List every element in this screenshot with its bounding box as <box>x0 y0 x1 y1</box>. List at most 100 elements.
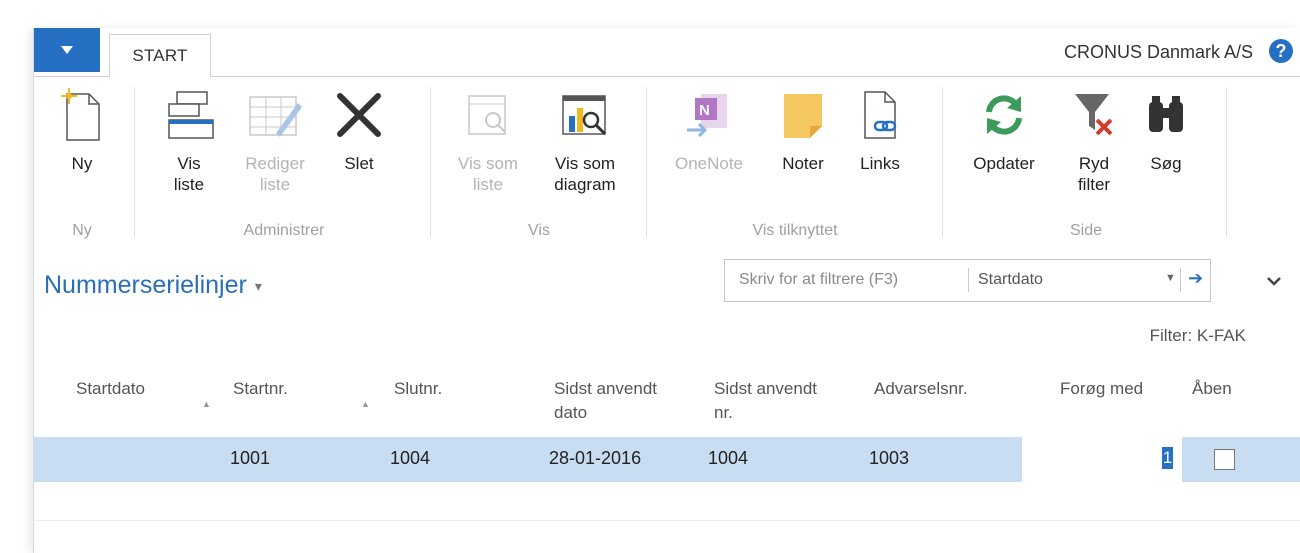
onenote-button[interactable]: N OneNote <box>662 85 756 174</box>
vis-liste-button[interactable]: Vis liste <box>159 85 219 195</box>
link-document-icon <box>848 85 912 145</box>
new-document-icon <box>56 85 108 145</box>
filter-indicator: Filter: K-FAK <box>1149 326 1246 345</box>
cell-forog-med-value[interactable]: 1 <box>1162 447 1173 469</box>
slet-button[interactable]: Slet <box>329 85 389 174</box>
page-title[interactable]: Nummerserielinjer ▾ <box>44 271 262 300</box>
filter-field-select[interactable]: Startdato <box>978 271 1043 289</box>
cell-slutnr[interactable]: 1004 <box>390 448 430 469</box>
clear-filter-icon <box>1064 85 1124 145</box>
column-header-startnr[interactable]: Startnr. <box>233 377 288 401</box>
ribbon-tab-bar: START CRONUS Danmark A/S ? <box>34 28 1300 77</box>
links-button[interactable]: Links <box>848 85 912 174</box>
rediger-liste-button[interactable]: Rediger liste <box>239 85 311 195</box>
column-header-sidst-anvendt-dato[interactable]: Sidst anvendt dato <box>554 377 657 425</box>
vis-som-liste-label-1: Vis som <box>457 154 519 173</box>
ny-label: Ny <box>71 154 93 173</box>
noter-button[interactable]: Noter <box>768 85 838 174</box>
column-header-forog-med[interactable]: Forøg med <box>1060 377 1143 401</box>
header-label: Startdato <box>76 379 145 398</box>
chevron-down-icon[interactable]: ▾ <box>255 278 262 294</box>
ryd-filter-button[interactable]: Ryd filter <box>1064 85 1124 195</box>
vis-som-liste-label-2: liste <box>472 175 504 194</box>
vis-som-diagram-label-2: diagram <box>554 175 616 194</box>
onenote-icon: N <box>662 85 756 145</box>
sort-ascending-icon: ▲ <box>361 399 370 409</box>
ribbon-group-vis: Vis som liste Vis som diagram Vis <box>434 77 644 242</box>
cell-forog-med-editor[interactable] <box>1022 437 1182 482</box>
group-label-side: Side <box>1069 222 1103 239</box>
cell-sidst-anvendt-dato[interactable]: 28-01-2016 <box>549 448 641 469</box>
group-label-administrer: Administrer <box>243 222 325 239</box>
vis-som-diagram-button[interactable]: Vis som diagram <box>539 85 631 195</box>
column-header-aaben[interactable]: Åben <box>1192 377 1232 401</box>
aaben-checkbox[interactable] <box>1214 449 1235 470</box>
ribbon-separator <box>134 87 135 237</box>
header-label: dato <box>554 403 588 422</box>
rediger-liste-label-2: liste <box>259 175 291 194</box>
refresh-icon <box>956 85 1052 145</box>
binoculars-icon <box>1136 85 1196 145</box>
arrow-right-icon[interactable]: ➔ <box>1188 268 1203 289</box>
note-icon <box>768 85 838 145</box>
column-header-slutnr[interactable]: Slutnr. <box>394 377 442 401</box>
ryd-filter-label-2: filter <box>1077 175 1111 194</box>
header-label: Sidst anvendt <box>554 379 658 398</box>
sog-button[interactable]: Søg <box>1136 85 1196 174</box>
sort-ascending-icon: ▲ <box>202 399 211 409</box>
filter-search-input[interactable]: Skriv for at filtrere (F3) <box>739 271 898 289</box>
vis-liste-label-2: liste <box>173 175 205 194</box>
noter-label: Noter <box>782 154 824 173</box>
tab-start[interactable]: START <box>109 34 211 77</box>
cell-startnr[interactable]: 1001 <box>230 448 270 469</box>
opdater-label: Opdater <box>973 154 1035 173</box>
group-label-vis-tilknyttet: Vis tilknyttet <box>752 222 838 239</box>
application-menu-button[interactable] <box>34 28 100 72</box>
list-view-icon <box>449 85 527 145</box>
vis-som-liste-button[interactable]: Vis som liste <box>449 85 527 195</box>
svg-text:N: N <box>699 102 710 119</box>
header-label: Advarselsnr. <box>874 379 968 398</box>
row-divider <box>34 520 1300 521</box>
company-name[interactable]: CRONUS Danmark A/S <box>1064 42 1253 63</box>
vis-som-diagram-label-1: Vis som <box>554 154 616 173</box>
chart-view-icon <box>539 85 631 145</box>
delete-x-icon <box>329 85 389 145</box>
cell-advarselsnr[interactable]: 1003 <box>869 448 909 469</box>
sog-label: Søg <box>1150 154 1182 173</box>
onenote-label: OneNote <box>674 154 744 173</box>
rediger-liste-label-1: Rediger <box>245 154 305 173</box>
ribbon-separator <box>646 87 647 237</box>
page-frame: START CRONUS Danmark A/S ? Ny Ny Vis lis… <box>33 28 1300 553</box>
edit-list-icon <box>239 85 311 145</box>
links-label: Links <box>860 154 900 173</box>
ribbon-group-administrer: Vis liste Rediger liste Slet Administrer <box>139 77 429 242</box>
help-icon[interactable]: ? <box>1269 39 1293 63</box>
group-label-vis: Vis <box>528 222 550 239</box>
slet-label: Slet <box>344 154 374 173</box>
header-label: Forøg med <box>1060 379 1144 398</box>
vis-liste-label-1: Vis <box>177 154 201 173</box>
cell-sidst-anvendt-nr[interactable]: 1004 <box>708 448 748 469</box>
filter-box: Skriv for at filtrere (F3) Startdato ▼ ➔ <box>724 259 1211 302</box>
ribbon-group-ny: Ny Ny <box>34 77 130 242</box>
dropdown-arrow-icon[interactable]: ▼ <box>1165 272 1176 284</box>
ribbon-separator <box>430 87 431 237</box>
filter-separator <box>1180 268 1181 292</box>
ribbon-group-vis-tilknyttet: N OneNote Noter Links Vis tilknyttet <box>650 77 940 242</box>
ny-button[interactable]: Ny <box>56 85 108 174</box>
ryd-filter-label-1: Ryd <box>1078 154 1110 173</box>
ribbon-separator <box>942 87 943 237</box>
header-label: nr. <box>714 403 733 422</box>
opdater-button[interactable]: Opdater <box>956 85 1052 174</box>
page-title-text: Nummerserielinjer <box>44 271 247 299</box>
column-header-startdato[interactable]: Startdato <box>76 377 145 401</box>
column-header-sidst-anvendt-nr[interactable]: Sidst anvendt nr. <box>714 377 817 425</box>
header-label: Åben <box>1192 379 1232 398</box>
chevron-down-icon[interactable] <box>1266 276 1282 288</box>
column-header-advarselsnr[interactable]: Advarselsnr. <box>874 377 968 401</box>
header-label: Sidst anvendt <box>714 379 818 398</box>
ribbon-separator <box>1226 87 1227 237</box>
group-label-ny: Ny <box>72 222 92 239</box>
ribbon-group-side: Opdater Ryd filter Søg Side <box>946 77 1226 242</box>
